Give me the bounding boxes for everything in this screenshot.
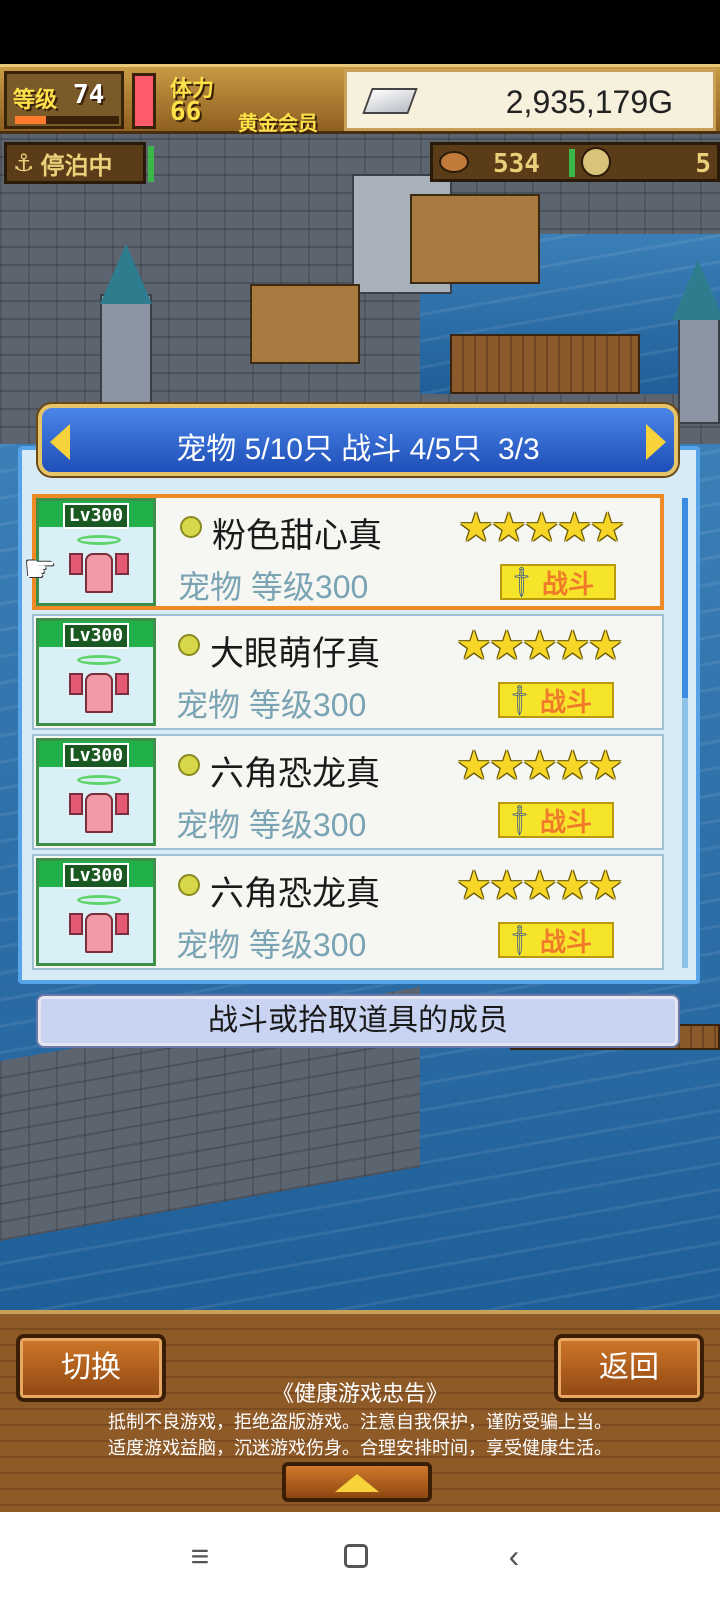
player-level-box: 等级 74 bbox=[4, 71, 124, 129]
pet-name: 粉色甜心真 bbox=[212, 517, 382, 555]
status-bar: 等级 74 体力 66 黄金会员 2,935,179G bbox=[0, 64, 720, 135]
pet-card[interactable]: Lv300 六角恐龙真 宠物 等级300 ★★★★★ 🗡 战斗 bbox=[32, 734, 664, 850]
menu-icon[interactable]: ≡ bbox=[180, 1536, 220, 1576]
element-icon bbox=[178, 634, 200, 656]
expand-button[interactable] bbox=[282, 1462, 432, 1502]
element-icon bbox=[180, 516, 202, 538]
silver-ingot-icon bbox=[362, 88, 418, 114]
pet-portrait: Lv300 bbox=[36, 618, 156, 726]
pet-level-badge: Lv300 bbox=[62, 623, 130, 649]
pet-meta: 宠物 等级300 bbox=[178, 569, 369, 605]
medal-value: 5 bbox=[695, 149, 711, 179]
resource-separator bbox=[569, 149, 575, 177]
sword-icon: 🗡 bbox=[500, 800, 539, 839]
battle-badge: 🗡 战斗 bbox=[498, 920, 614, 959]
battle-badge: 🗡 战斗 bbox=[500, 562, 616, 601]
pet-panel: Lv300 粉色甜心真 宠物 等级300 ★★★★★ 🗡 战斗 Lv300 大眼… bbox=[18, 446, 700, 984]
battle-badge: 🗡 战斗 bbox=[498, 680, 614, 719]
pet-name: 大眼萌仔真 bbox=[210, 635, 380, 673]
docked-label: 停泊中 bbox=[40, 152, 113, 180]
next-page-arrow-icon[interactable] bbox=[646, 424, 666, 460]
level-label: 等级 bbox=[13, 87, 58, 112]
pet-card[interactable]: Lv300 粉色甜心真 宠物 等级300 ★★★★★ 🗡 战斗 bbox=[32, 494, 664, 610]
resource-display: 534 5 bbox=[430, 142, 720, 182]
pointing-hand-icon: ☛ bbox=[24, 548, 57, 589]
pet-meta: 宠物 等级300 bbox=[176, 807, 367, 843]
pet-name: 六角恐龙真 bbox=[210, 875, 380, 913]
vip-label: 黄金会员 bbox=[238, 113, 318, 135]
pet-level-badge: Lv300 bbox=[62, 863, 130, 889]
pet-card[interactable]: Lv300 六角恐龙真 宠物 等级300 ★★★★★ 🗡 战斗 bbox=[32, 854, 664, 970]
gold-value: 2,935,179G bbox=[505, 84, 673, 120]
pet-card[interactable]: Lv300 大眼萌仔真 宠物 等级300 ★★★★★ 🗡 战斗 bbox=[32, 614, 664, 730]
medal-coin-icon bbox=[581, 147, 611, 177]
axolotl-pet-icon bbox=[69, 535, 129, 599]
battle-badge: 🗡 战斗 bbox=[498, 800, 614, 839]
sword-icon: 🗡 bbox=[500, 680, 539, 719]
battle-label: 战斗 bbox=[539, 686, 592, 717]
battle-label: 战斗 bbox=[539, 806, 592, 837]
anchor-icon: ⚓ bbox=[13, 149, 35, 177]
pet-level-badge: Lv300 bbox=[62, 743, 130, 769]
axolotl-pet-icon bbox=[69, 775, 129, 839]
health-advisory-text: 抵制不良游戏，拒绝盗版游戏。注意自我保护，谨防受骗上当。 bbox=[108, 1412, 612, 1432]
hint-text: 战斗或拾取道具的成员 bbox=[208, 1004, 508, 1037]
pet-rarity-stars: ★★★★★ bbox=[456, 744, 623, 788]
gold-display: 2,935,179G bbox=[344, 69, 716, 131]
pet-portrait: Lv300 bbox=[36, 858, 156, 966]
hint-bar: 战斗或拾取道具的成员 bbox=[38, 996, 678, 1046]
element-icon bbox=[178, 754, 200, 776]
health-advisory-text: 适度游戏益脑，沉迷游戏伤身。合理安排时间，享受健康生活。 bbox=[108, 1438, 612, 1458]
pet-meta: 宠物 等级300 bbox=[176, 687, 367, 723]
pet-panel-title: 宠物 5/10只 战斗 4/5只 3/3 bbox=[176, 433, 540, 466]
pet-meta: 宠物 等级300 bbox=[176, 927, 367, 963]
food-icon bbox=[439, 151, 469, 173]
pet-list-scrollbar[interactable] bbox=[682, 498, 688, 968]
sword-icon: 🗡 bbox=[500, 920, 539, 959]
axolotl-pet-icon bbox=[69, 895, 129, 959]
health-advisory-title: 《健康游戏忠告》 bbox=[271, 1381, 448, 1406]
pet-portrait: Lv300 bbox=[36, 738, 156, 846]
docked-status-badge: ⚓ 停泊中 bbox=[4, 142, 146, 184]
home-icon[interactable] bbox=[336, 1536, 376, 1576]
system-navigation-bar: ≡ ‹ bbox=[0, 1512, 720, 1600]
pet-level-badge: Lv300 bbox=[62, 503, 130, 529]
up-arrow-icon bbox=[335, 1474, 379, 1492]
pet-panel-header: 宠物 5/10只 战斗 4/5只 3/3 bbox=[38, 404, 678, 476]
pet-list: Lv300 粉色甜心真 宠物 等级300 ★★★★★ 🗡 战斗 Lv300 大眼… bbox=[32, 494, 664, 972]
stamina-value: 66 bbox=[170, 97, 202, 127]
food-value: 534 bbox=[493, 149, 540, 179]
battle-label: 战斗 bbox=[541, 568, 594, 599]
pet-name: 六角恐龙真 bbox=[210, 755, 380, 793]
pet-rarity-stars: ★★★★★ bbox=[456, 624, 623, 668]
pet-rarity-stars: ★★★★★ bbox=[456, 864, 623, 908]
back-icon[interactable]: ‹ bbox=[494, 1536, 534, 1576]
stamina-gauge bbox=[132, 73, 156, 129]
battle-label: 战斗 bbox=[539, 926, 592, 957]
status-indicator bbox=[148, 146, 154, 182]
pet-rarity-stars: ★★★★★ bbox=[458, 506, 625, 550]
element-icon bbox=[178, 874, 200, 896]
level-value: 74 bbox=[73, 80, 105, 110]
experience-bar bbox=[15, 116, 119, 124]
bottom-panel: 切换 返回 《健康游戏忠告》 抵制不良游戏，拒绝盗版游戏。注意自我保护，谨防受骗… bbox=[0, 1310, 720, 1512]
axolotl-pet-icon bbox=[69, 655, 129, 719]
sword-icon: 🗡 bbox=[502, 562, 541, 601]
